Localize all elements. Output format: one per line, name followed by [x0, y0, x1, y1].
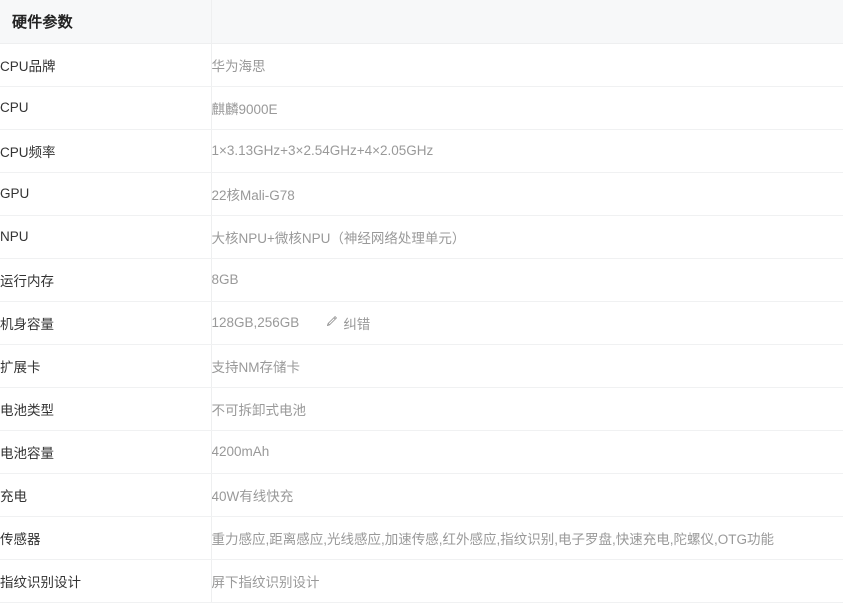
spec-value-cell: 22核Mali-G78	[211, 172, 843, 215]
spec-label-cell: CPU	[0, 86, 211, 129]
spec-value-cell: 128GB,256GB 纠错	[211, 301, 843, 344]
table-row: 扩展卡支持NM存储卡	[0, 344, 843, 387]
table-row: 传感器重力感应,距离感应,光线感应,加速传感,红外感应,指纹识别,电子罗盘,快速…	[0, 516, 843, 559]
table-row: GPU22核Mali-G78	[0, 172, 843, 215]
spec-value-cell: 麒麟9000E	[211, 86, 843, 129]
spec-value-text: 4200mAh	[212, 444, 270, 459]
spec-value-cell: 华为海思	[211, 43, 843, 86]
spec-value-text: 22核Mali-G78	[212, 184, 295, 204]
spec-label-cell: CPU品牌	[0, 43, 211, 86]
table-row: 机身容量128GB,256GB 纠错	[0, 301, 843, 344]
table-row: 运行内存8GB	[0, 258, 843, 301]
spec-label-cell: 机身容量	[0, 301, 211, 344]
spec-value-cell: 8GB	[211, 258, 843, 301]
spec-table-body: CPU品牌华为海思CPU麒麟9000ECPU频率1×3.13GHz+3×2.54…	[0, 43, 843, 602]
spec-label-cell: 电池容量	[0, 430, 211, 473]
spec-value-text: 屏下指纹识别设计	[212, 571, 320, 591]
spec-value-cell: 大核NPU+微核NPU（神经网络处理单元）	[211, 215, 843, 258]
table-row: 指纹识别设计屏下指纹识别设计	[0, 559, 843, 602]
spec-table-title: 硬件参数	[0, 0, 211, 43]
spec-value-cell: 4200mAh	[211, 430, 843, 473]
hardware-spec-table: 硬件参数 CPU品牌华为海思CPU麒麟9000ECPU频率1×3.13GHz+3…	[0, 0, 843, 603]
pencil-icon	[325, 315, 338, 328]
spec-value-text: 华为海思	[212, 55, 266, 75]
spec-value-text: 大核NPU+微核NPU（神经网络处理单元）	[212, 227, 466, 247]
spec-value-text: 不可拆卸式电池	[212, 399, 307, 419]
spec-value-cell: 40W有线快充	[211, 473, 843, 516]
spec-label-cell: 传感器	[0, 516, 211, 559]
spec-value-cell: 支持NM存储卡	[211, 344, 843, 387]
spec-value-cell: 重力感应,距离感应,光线感应,加速传感,红外感应,指纹识别,电子罗盘,快速充电,…	[211, 516, 843, 559]
spec-label-cell: CPU频率	[0, 129, 211, 172]
spec-value-text: 128GB,256GB	[212, 315, 300, 330]
table-row: CPU麒麟9000E	[0, 86, 843, 129]
spec-label-cell: 充电	[0, 473, 211, 516]
table-row: CPU频率1×3.13GHz+3×2.54GHz+4×2.05GHz	[0, 129, 843, 172]
spec-label-cell: 运行内存	[0, 258, 211, 301]
correction-link[interactable]: 纠错	[325, 313, 370, 333]
spec-value-cell: 屏下指纹识别设计	[211, 559, 843, 602]
table-row: NPU大核NPU+微核NPU（神经网络处理单元）	[0, 215, 843, 258]
spec-value-text: 1×3.13GHz+3×2.54GHz+4×2.05GHz	[212, 143, 434, 158]
spec-label-cell: 指纹识别设计	[0, 559, 211, 602]
spec-table-header-row: 硬件参数	[0, 0, 843, 43]
correction-label: 纠错	[343, 313, 370, 333]
spec-value-cell: 1×3.13GHz+3×2.54GHz+4×2.05GHz	[211, 129, 843, 172]
spec-label-cell: NPU	[0, 215, 211, 258]
spec-value-text: 8GB	[212, 272, 239, 287]
spec-label-cell: GPU	[0, 172, 211, 215]
table-row: 电池类型不可拆卸式电池	[0, 387, 843, 430]
table-row: 电池容量4200mAh	[0, 430, 843, 473]
spec-label-cell: 扩展卡	[0, 344, 211, 387]
spec-value-text: 重力感应,距离感应,光线感应,加速传感,红外感应,指纹识别,电子罗盘,快速充电,…	[212, 528, 775, 548]
table-row: 充电40W有线快充	[0, 473, 843, 516]
spec-label-cell: 电池类型	[0, 387, 211, 430]
spec-table-header-blank	[211, 0, 843, 43]
spec-value-text: 40W有线快充	[212, 485, 294, 505]
spec-value-text: 支持NM存储卡	[212, 356, 301, 376]
spec-value-text: 麒麟9000E	[212, 98, 278, 118]
table-row: CPU品牌华为海思	[0, 43, 843, 86]
spec-value-cell: 不可拆卸式电池	[211, 387, 843, 430]
